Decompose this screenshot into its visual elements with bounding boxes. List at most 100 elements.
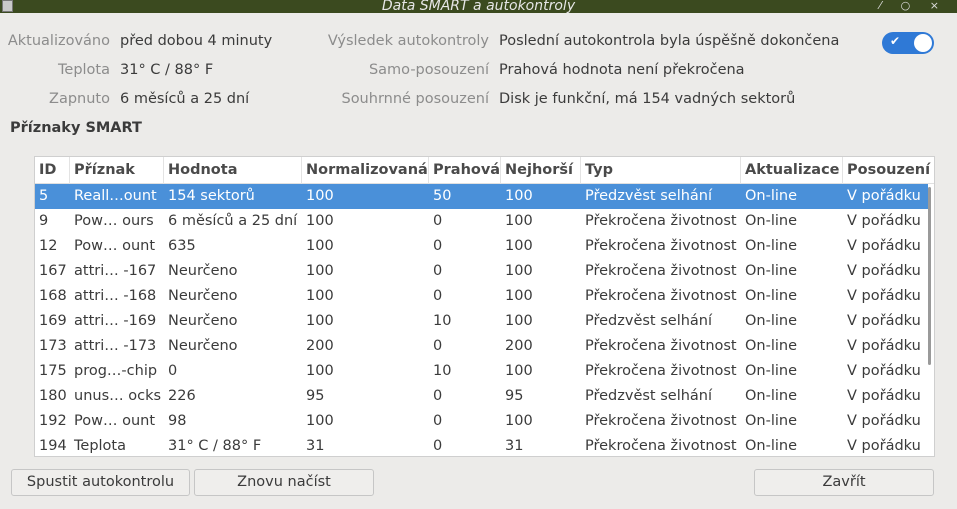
column-header-id[interactable]: ID bbox=[35, 157, 70, 184]
cell-threshold: 0 bbox=[433, 213, 443, 229]
column-header-value[interactable]: Hodnota bbox=[164, 157, 302, 184]
cell-updates: On-line bbox=[745, 238, 798, 254]
toggle-knob bbox=[914, 34, 932, 52]
table-row[interactable]: 180 unus… ocks 226 95 0 95 Předzvěst selhání On… bbox=[35, 384, 928, 409]
table-row[interactable]: 169 attri… -169 Neurčeno 100 10 100 Předzvěst … bbox=[35, 309, 928, 334]
cell-type: Překročena životnost bbox=[585, 338, 737, 354]
column-header-attribute[interactable]: Příznak bbox=[70, 157, 164, 184]
cell-id: 194 bbox=[39, 438, 67, 454]
cell-assessment: V pořádku bbox=[847, 213, 921, 229]
smart-enable-toggle[interactable]: ✔ bbox=[882, 32, 934, 54]
cell-worst: 100 bbox=[505, 313, 533, 329]
app-icon bbox=[2, 0, 13, 12]
cell-attribute: Reall…ount bbox=[74, 188, 157, 204]
cell-attribute: Teplota bbox=[74, 438, 126, 454]
cell-type: Předzvěst selhání bbox=[585, 188, 713, 204]
table-scrollbar[interactable] bbox=[928, 187, 931, 365]
cell-attribute: attri… -167 bbox=[74, 263, 157, 279]
cell-attribute: prog…-chip bbox=[74, 363, 158, 379]
column-header-threshold[interactable]: Prahová bbox=[429, 157, 501, 184]
table-row[interactable]: 9 Pow… ours 6 měsíců a 25 dní 100 0 100 Překro… bbox=[35, 209, 928, 234]
cell-id: 169 bbox=[39, 313, 67, 329]
cell-assessment: V pořádku bbox=[847, 388, 921, 404]
close-window-icon[interactable]: × bbox=[930, 0, 947, 12]
table-row[interactable]: 167 attri… -167 Neurčeno 100 0 100 Překročena … bbox=[35, 259, 928, 284]
cell-value: 6 měsíců a 25 dní bbox=[168, 213, 298, 229]
cell-type: Překročena životnost bbox=[585, 438, 737, 454]
info-row-updated: Aktualizováno před dobou 4 minuty Výsled… bbox=[0, 30, 957, 52]
cell-threshold: 0 bbox=[433, 238, 443, 254]
cell-attribute: attri… -168 bbox=[74, 288, 157, 304]
reload-button[interactable]: Znovu načíst bbox=[194, 469, 374, 496]
cell-threshold: 0 bbox=[433, 438, 443, 454]
cell-worst: 100 bbox=[505, 188, 533, 204]
cell-attribute: Pow… ount bbox=[74, 238, 156, 254]
smart-attributes-table[interactable]: ID Příznak Hodnota Normalizovaná Prahová… bbox=[34, 156, 935, 457]
cell-id: 168 bbox=[39, 288, 67, 304]
cell-threshold: 0 bbox=[433, 388, 443, 404]
column-header-type[interactable]: Typ bbox=[581, 157, 741, 184]
cell-value: 31° C / 88° F bbox=[168, 438, 262, 454]
window-title: Data SMART a autokontroly bbox=[381, 0, 576, 13]
info-value: 6 měsíců a 25 dní bbox=[120, 91, 250, 107]
cell-normalized: 100 bbox=[306, 288, 334, 304]
cell-id: 175 bbox=[39, 363, 67, 379]
cell-worst: 100 bbox=[505, 263, 533, 279]
cell-id: 192 bbox=[39, 413, 67, 429]
cell-type: Předzvěst selhání bbox=[585, 313, 713, 329]
cell-normalized: 100 bbox=[306, 363, 334, 379]
info-label: Zapnuto bbox=[49, 91, 110, 107]
cell-worst: 95 bbox=[505, 388, 524, 404]
info-row-temperature: Teplota 31° C / 88° F Samo-posouzení Pra… bbox=[0, 59, 957, 81]
cell-id: 167 bbox=[39, 263, 67, 279]
minimize-icon[interactable]: ⁄ bbox=[879, 0, 889, 12]
cell-updates: On-line bbox=[745, 363, 798, 379]
maximize-icon[interactable]: ○ bbox=[901, 0, 919, 12]
cell-type: Překročena životnost bbox=[585, 288, 737, 304]
cell-assessment: V pořádku bbox=[847, 188, 921, 204]
info-value: 31° C / 88° F bbox=[120, 62, 214, 78]
info-label: Aktualizováno bbox=[7, 33, 110, 49]
table-row[interactable]: 194 Teplota 31° C / 88° F 31 0 31 Překročena ž… bbox=[35, 434, 928, 456]
cell-worst: 200 bbox=[505, 338, 533, 354]
column-header-normalized[interactable]: Normalizovaná bbox=[302, 157, 429, 184]
cell-type: Překročena životnost bbox=[585, 213, 737, 229]
cell-worst: 100 bbox=[505, 413, 533, 429]
cell-worst: 100 bbox=[505, 238, 533, 254]
run-selftest-button[interactable]: Spustit autokontrolu bbox=[11, 469, 190, 496]
cell-assessment: V pořádku bbox=[847, 338, 921, 354]
table-row[interactable]: 12 Pow… ount 635 100 0 100 Překročena životnos… bbox=[35, 234, 928, 259]
cell-normalized: 200 bbox=[306, 338, 334, 354]
cell-attribute: Pow… ours bbox=[74, 213, 154, 229]
table-row[interactable]: 168 attri… -168 Neurčeno 100 0 100 Překročena … bbox=[35, 284, 928, 309]
cell-id: 12 bbox=[39, 238, 58, 254]
cell-attribute: unus… ocks bbox=[74, 388, 162, 404]
cell-value: Neurčeno bbox=[168, 313, 238, 329]
table-row[interactable]: 173 attri… -173 Neurčeno 200 0 200 Překročena … bbox=[35, 334, 928, 359]
table-row[interactable]: 192 Pow… ount 98 100 0 100 Překročena životnos… bbox=[35, 409, 928, 434]
cell-id: 180 bbox=[39, 388, 67, 404]
window-titlebar[interactable]: Data SMART a autokontroly ⁄ ○ × bbox=[0, 0, 957, 13]
table-row[interactable]: 5 Reall…ount 154 sektorů 100 50 100 Předzvěst … bbox=[35, 184, 928, 209]
cell-normalized: 95 bbox=[306, 388, 325, 404]
cell-updates: On-line bbox=[745, 313, 798, 329]
column-header-updates[interactable]: Aktualizace bbox=[741, 157, 843, 184]
cell-worst: 100 bbox=[505, 213, 533, 229]
cell-threshold: 0 bbox=[433, 338, 443, 354]
cell-id: 5 bbox=[39, 188, 49, 204]
cell-assessment: V pořádku bbox=[847, 438, 921, 454]
table-row[interactable]: 175 prog…-chip 0 100 10 100 Překročena životno… bbox=[35, 359, 928, 384]
close-button[interactable]: Zavřít bbox=[754, 469, 934, 496]
cell-normalized: 100 bbox=[306, 313, 334, 329]
cell-threshold: 10 bbox=[433, 363, 452, 379]
cell-attribute: Pow… ount bbox=[74, 413, 156, 429]
cell-updates: On-line bbox=[745, 388, 798, 404]
cell-normalized: 100 bbox=[306, 413, 334, 429]
column-header-assessment[interactable]: Posouzení bbox=[843, 157, 931, 184]
cell-value: Neurčeno bbox=[168, 263, 238, 279]
cell-worst: 100 bbox=[505, 288, 533, 304]
cell-threshold: 10 bbox=[433, 313, 452, 329]
cell-updates: On-line bbox=[745, 413, 798, 429]
cell-type: Překročena životnost bbox=[585, 263, 737, 279]
column-header-worst[interactable]: Nejhorší bbox=[501, 157, 581, 184]
